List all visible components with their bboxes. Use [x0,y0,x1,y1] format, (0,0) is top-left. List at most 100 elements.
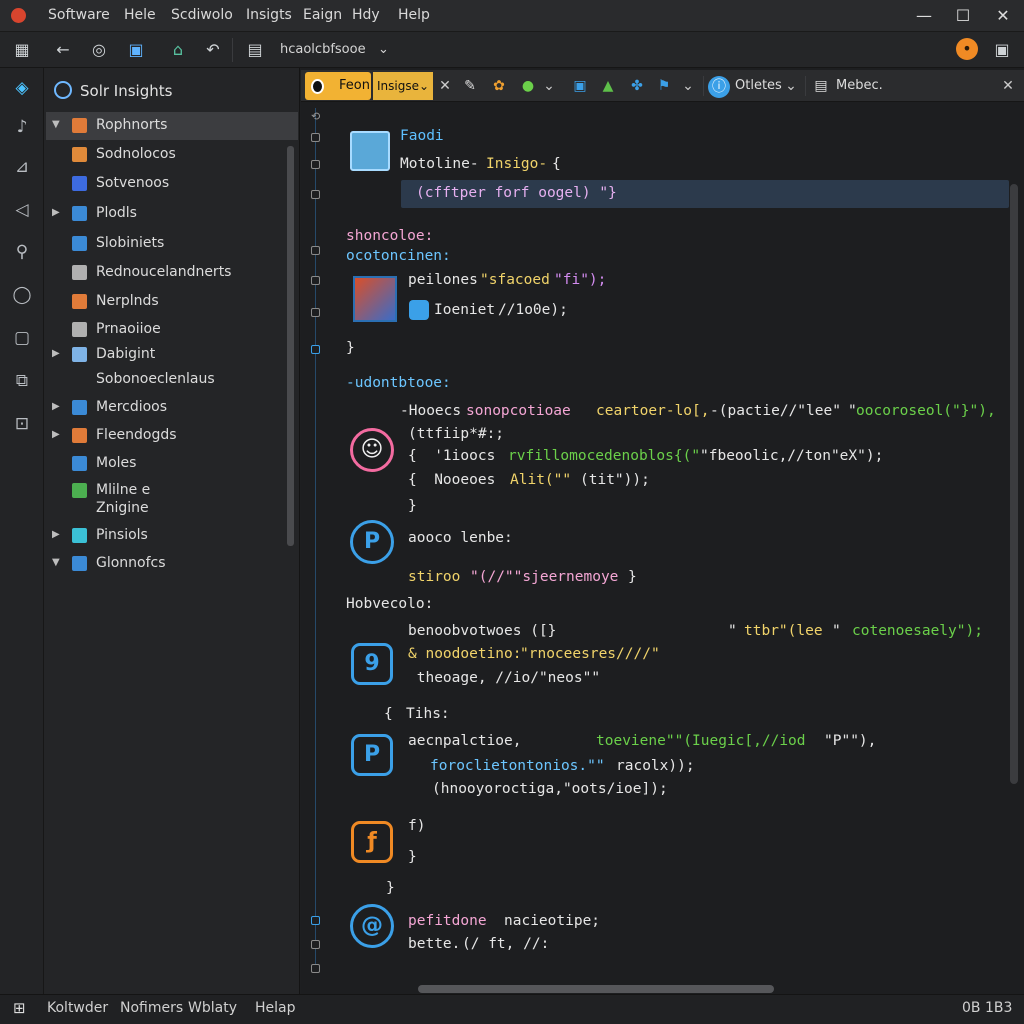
back-arrow-icon[interactable]: ← [51,38,75,62]
chevron-right-icon[interactable]: ▶ [52,348,62,359]
close-panel-icon[interactable]: ✕ [999,76,1017,96]
code-token[interactable]: (/ ft, //: [462,936,549,952]
tab-insight-dropdown[interactable]: Insigse ⌄ [373,72,433,100]
code-token[interactable]: Insigo- [486,156,547,172]
gutter-marker[interactable] [311,190,320,199]
chevron-down-icon[interactable]: ▼ [52,557,62,568]
explorer-icon[interactable]: ◈ [10,76,34,100]
file-select[interactable]: hcaolcbfsooe ⌄ [274,38,394,62]
account-icon[interactable]: ▣ [990,38,1014,62]
menu-hdy[interactable]: Hdy [352,7,380,23]
tree-icon[interactable]: ▲ [598,76,618,96]
user-avatar-icon[interactable]: • [956,38,978,60]
gutter-marker[interactable] [311,160,320,169]
code-token[interactable]: ttbr"(lee [744,623,823,639]
code-token[interactable]: Motoline- [400,156,479,172]
code-token[interactable]: stiroo [408,569,460,585]
code-token[interactable]: "P""), [824,733,876,749]
code-token[interactable]: "fi"); [554,272,606,288]
folder-icon[interactable]: ▣ [124,38,148,62]
code-token[interactable]: "rnoceesres////" [520,646,660,662]
code-token[interactable]: -(pactie//"lee" [710,403,841,419]
chevron-right-icon[interactable]: ▶ [52,207,62,218]
code-line[interactable]: f) [408,818,425,834]
code-token[interactable]: -Hooecs [400,403,461,419]
sidebar-item[interactable]: Sotvenoos [46,170,298,198]
code-line[interactable]: aooco lenbe: [408,530,513,546]
code-token[interactable]: ceartoer-lo[, [596,403,710,419]
code-token[interactable]: //1o0e); [498,302,568,318]
sidebar-item[interactable]: Nerplnds [46,288,298,316]
gutter-marker[interactable] [311,345,320,354]
sidebar-item[interactable]: ▼ Rophnorts [46,112,298,140]
code-token[interactable]: " [728,623,737,639]
close-button[interactable]: ✕ [990,5,1016,27]
code-token[interactable]: benoobvotwoes ([} [408,623,556,639]
grid-icon[interactable]: ▦ [10,38,34,62]
code-line[interactable]: } [408,849,417,865]
status-helap[interactable]: Helap [255,1000,296,1016]
check-circle-icon[interactable]: ● [518,76,538,96]
code-line[interactable]: shoncoloe: [346,228,433,244]
editor-vertical-scrollbar[interactable] [1010,184,1018,784]
sidebar-item[interactable]: Slobiniets [46,230,298,258]
gutter-marker[interactable] [311,940,320,949]
code-line[interactable]: (cfftper forf oogel) "} [416,185,617,201]
code-token[interactable]: Alit("" [510,472,571,488]
code-token[interactable]: Tihs: [406,706,450,722]
maximize-button[interactable]: ☐ [950,5,976,27]
code-token[interactable]: rvfillomocedenoblos{(" [508,448,700,464]
sidebar-item[interactable]: Sodnolocos [46,141,298,169]
menu-software[interactable]: Software [48,7,110,23]
code-token[interactable]: aecnpalctioe, [408,733,522,749]
code-token[interactable]: { '1ioocs [408,448,495,464]
document-icon[interactable]: ▤ [243,38,267,62]
windows-icon[interactable]: ⊞ [13,1000,29,1016]
editor-horizontal-scrollbar[interactable] [418,985,774,993]
code-token[interactable]: "(//""sjeernemoye [470,569,618,585]
code-token[interactable]: bette. [408,936,460,952]
code-token[interactable]: "fbeoolic,//ton"eX"); [700,448,883,464]
chart-icon[interactable]: ⌂ [166,38,190,62]
code-token[interactable]: peilones [408,272,478,288]
code-token[interactable]: racolx)); [616,758,695,774]
code-line[interactable]: theoage, //io/"neos"" [408,670,600,686]
code-token[interactable]: cotenoesaely"); [852,623,983,639]
search-icon[interactable]: ⚲ [10,240,34,264]
code-token[interactable]: toeviene""(Iuegic[,//iod [596,733,806,749]
sidebar-item[interactable]: ▶ Pinsiols [46,522,298,550]
gutter-marker[interactable] [311,964,320,973]
chevron-right-icon[interactable]: ▶ [52,401,62,412]
minimize-button[interactable]: — [911,5,937,27]
sidebar-item[interactable]: Znigine [46,495,298,523]
chevron-down-icon[interactable]: ⌄ [680,76,696,96]
gutter-marker[interactable] [311,276,320,285]
code-line[interactable]: ocotoncinen: [346,248,451,264]
chevron-down-icon[interactable]: ⌄ [541,76,557,96]
info-icon[interactable]: ⓘ [708,76,730,98]
chevron-right-icon[interactable]: ▶ [52,429,62,440]
sidebar-item[interactable]: ▼ Glonnofcs [46,550,298,578]
copy-icon[interactable]: ⧉ [10,369,34,393]
dropdown-otletes-label[interactable]: Otletes [735,78,782,93]
flag-icon[interactable]: ⚑ [654,76,674,96]
sidebar-item[interactable]: ▶ Mercdioos [46,394,298,422]
code-token[interactable]: "sfacoed [480,272,550,288]
status-nofimers[interactable]: Nofimers [120,1000,183,1016]
panel-icon[interactable]: ▢ [10,326,34,350]
menu-help[interactable]: Help [398,7,430,23]
gutter-marker[interactable] [311,308,320,317]
code-line[interactable]: (hnooyoroctiga,"oots/ioe]); [432,781,668,797]
code-token[interactable]: Ioeniet [434,302,495,318]
pencil-icon[interactable]: ✎ [462,76,478,96]
close-small-icon[interactable]: ✕ [437,76,453,96]
code-line[interactable]: -udontbtooe: [346,375,451,391]
chart-bars-icon[interactable]: ⊿ [10,155,34,179]
sidebar-item[interactable]: ▶ Dabigint [46,341,298,369]
palette-icon[interactable]: ✿ [489,76,509,96]
image-icon[interactable]: ▣ [570,76,590,96]
sidebar-item[interactable]: Prnaoiioe [46,316,298,344]
sidebar-item[interactable]: Moles [46,450,298,478]
code-token[interactable]: { [384,706,393,722]
power-icon[interactable]: ◯ [10,283,34,307]
